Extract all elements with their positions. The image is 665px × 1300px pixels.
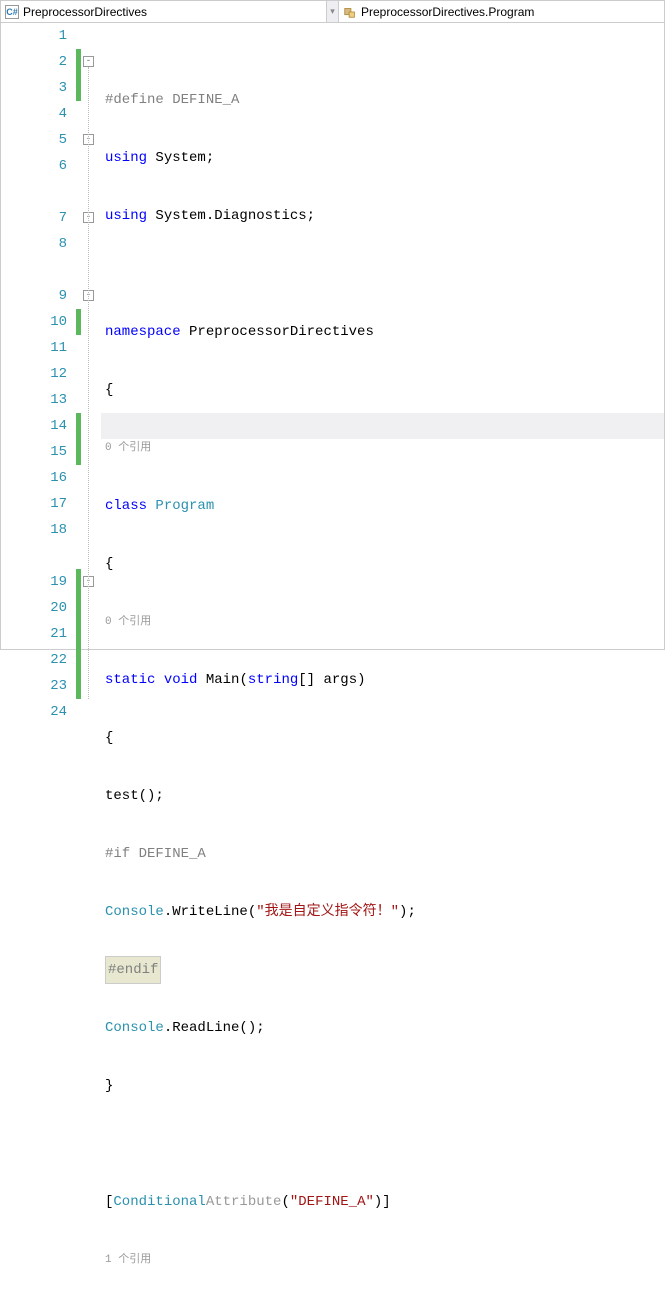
line-number: 23 (50, 673, 67, 699)
brace: { (105, 377, 113, 403)
change-marker (76, 413, 81, 465)
keyword: using (105, 145, 147, 171)
codelens-line[interactable]: 0 个引用 (101, 435, 664, 461)
code-text: ( (281, 1189, 289, 1215)
code-text: PreprocessorDirectives (181, 319, 374, 345)
codelens-reference[interactable]: 0 个引用 (105, 435, 151, 461)
line-number: 3 (59, 75, 67, 101)
dropdown-arrow-icon[interactable]: ▾ (327, 1, 339, 22)
codelens-line[interactable]: 0 个引用 (101, 609, 664, 635)
code-line[interactable]: Console.WriteLine("我是自定义指令符！"); (101, 899, 664, 925)
codelens-line[interactable]: 1 个引用 (101, 1247, 664, 1273)
keyword: namespace (105, 319, 181, 345)
line-number: 12 (50, 361, 67, 387)
line-number: 5 (59, 127, 67, 153)
preprocessor: #define DEFINE_A (105, 87, 239, 113)
type-name: Program (147, 493, 214, 519)
fold-column: - - - - - (81, 23, 101, 649)
line-number: 4 (59, 101, 67, 127)
line-number: 17 (50, 491, 67, 517)
line-number: 19 (50, 569, 67, 595)
line-number: 21 (50, 621, 67, 647)
code-text: System; (147, 145, 214, 171)
line-number: 24 (50, 699, 67, 725)
preprocessor: #endif (105, 956, 161, 984)
csharp-file-icon: C# (5, 5, 19, 19)
string-literal: "我是自定义指令符！" (256, 899, 399, 925)
line-number: 9 (59, 283, 67, 309)
scope-dropdown-left[interactable]: C# PreprocessorDirectives (1, 1, 327, 22)
line-number: 13 (50, 387, 67, 413)
line-number: 20 (50, 595, 67, 621)
keyword: using (105, 203, 147, 229)
line-number: 14 (50, 413, 67, 439)
line-number: 15 (50, 439, 67, 465)
line-number: 6 (59, 153, 67, 179)
line-number: 2 (59, 49, 67, 75)
keyword: void (155, 667, 197, 693)
code-line[interactable]: class Program (101, 493, 664, 519)
brace: } (105, 1073, 113, 1099)
code-text: System.Diagnostics; (147, 203, 315, 229)
code-line[interactable]: #if DEFINE_A (101, 841, 664, 867)
keyword: static (105, 667, 155, 693)
code-text: ); (399, 899, 416, 925)
code-line[interactable]: using System.Diagnostics; (101, 203, 664, 229)
scope-left-label: PreprocessorDirectives (23, 5, 147, 19)
brace: { (105, 551, 113, 577)
line-number: 18 (50, 517, 67, 543)
code-line[interactable]: { (101, 377, 664, 403)
scope-right-label: PreprocessorDirectives.Program (361, 5, 534, 19)
code-line[interactable]: #endif (101, 957, 664, 983)
code-editor[interactable]: 1 2 3 4 5 6 7 8 9 10 11 12 13 14 15 16 1… (1, 23, 664, 649)
code-line[interactable]: [ConditionalAttribute("DEFINE_A")] (101, 1189, 664, 1215)
brace: { (105, 725, 113, 751)
keyword: string (248, 667, 298, 693)
code-text: test(); (105, 783, 164, 809)
line-number: 16 (50, 465, 67, 491)
codelens-reference[interactable]: 1 个引用 (105, 1247, 151, 1273)
line-number-gutter: 1 2 3 4 5 6 7 8 9 10 11 12 13 14 15 16 1… (1, 23, 81, 649)
fold-toggle[interactable]: - (83, 56, 94, 67)
attribute-suffix: Attribute (206, 1189, 282, 1215)
line-number: 7 (59, 205, 67, 231)
change-marker (76, 49, 81, 101)
code-line[interactable] (101, 261, 664, 287)
string-literal: "DEFINE_A" (290, 1189, 374, 1215)
keyword: class (105, 493, 147, 519)
code-text: .ReadLine(); (164, 1015, 265, 1041)
change-marker (76, 309, 81, 335)
type-name: Console (105, 899, 164, 925)
code-line[interactable]: #define DEFINE_A (101, 87, 664, 113)
code-line[interactable]: { (101, 551, 664, 577)
line-number: 11 (50, 335, 67, 361)
code-line[interactable]: namespace PreprocessorDirectives (101, 319, 664, 345)
code-text: [] args) (298, 667, 365, 693)
navigation-bar: C# PreprocessorDirectives ▾ Preprocessor… (1, 1, 664, 23)
type-name: Conditional (113, 1189, 205, 1215)
code-text: .WriteLine( (164, 899, 256, 925)
type-name: Console (105, 1015, 164, 1041)
codelens-reference[interactable]: 0 个引用 (105, 609, 151, 635)
line-number: 10 (50, 309, 67, 335)
code-text: )] (374, 1189, 391, 1215)
preprocessor: #if DEFINE_A (105, 841, 206, 867)
line-number: 22 (50, 647, 67, 673)
code-text: Main( (197, 667, 247, 693)
line-number: 8 (59, 231, 67, 257)
code-line[interactable] (101, 1131, 664, 1157)
scope-dropdown-right[interactable]: PreprocessorDirectives.Program (339, 1, 664, 22)
code-line[interactable]: static void Main(string[] args) (101, 667, 664, 693)
code-line[interactable]: { (101, 725, 664, 751)
line-number: 1 (59, 23, 67, 49)
code-line[interactable]: test(); (101, 783, 664, 809)
code-line[interactable]: using System; (101, 145, 664, 171)
code-line[interactable]: Console.ReadLine(); (101, 1015, 664, 1041)
code-text: [ (105, 1189, 113, 1215)
class-icon (343, 5, 357, 19)
code-line[interactable]: } (101, 1073, 664, 1099)
change-marker (76, 569, 81, 699)
fold-guide (88, 67, 89, 699)
code-area[interactable]: #define DEFINE_A using System; using Sys… (101, 23, 664, 649)
